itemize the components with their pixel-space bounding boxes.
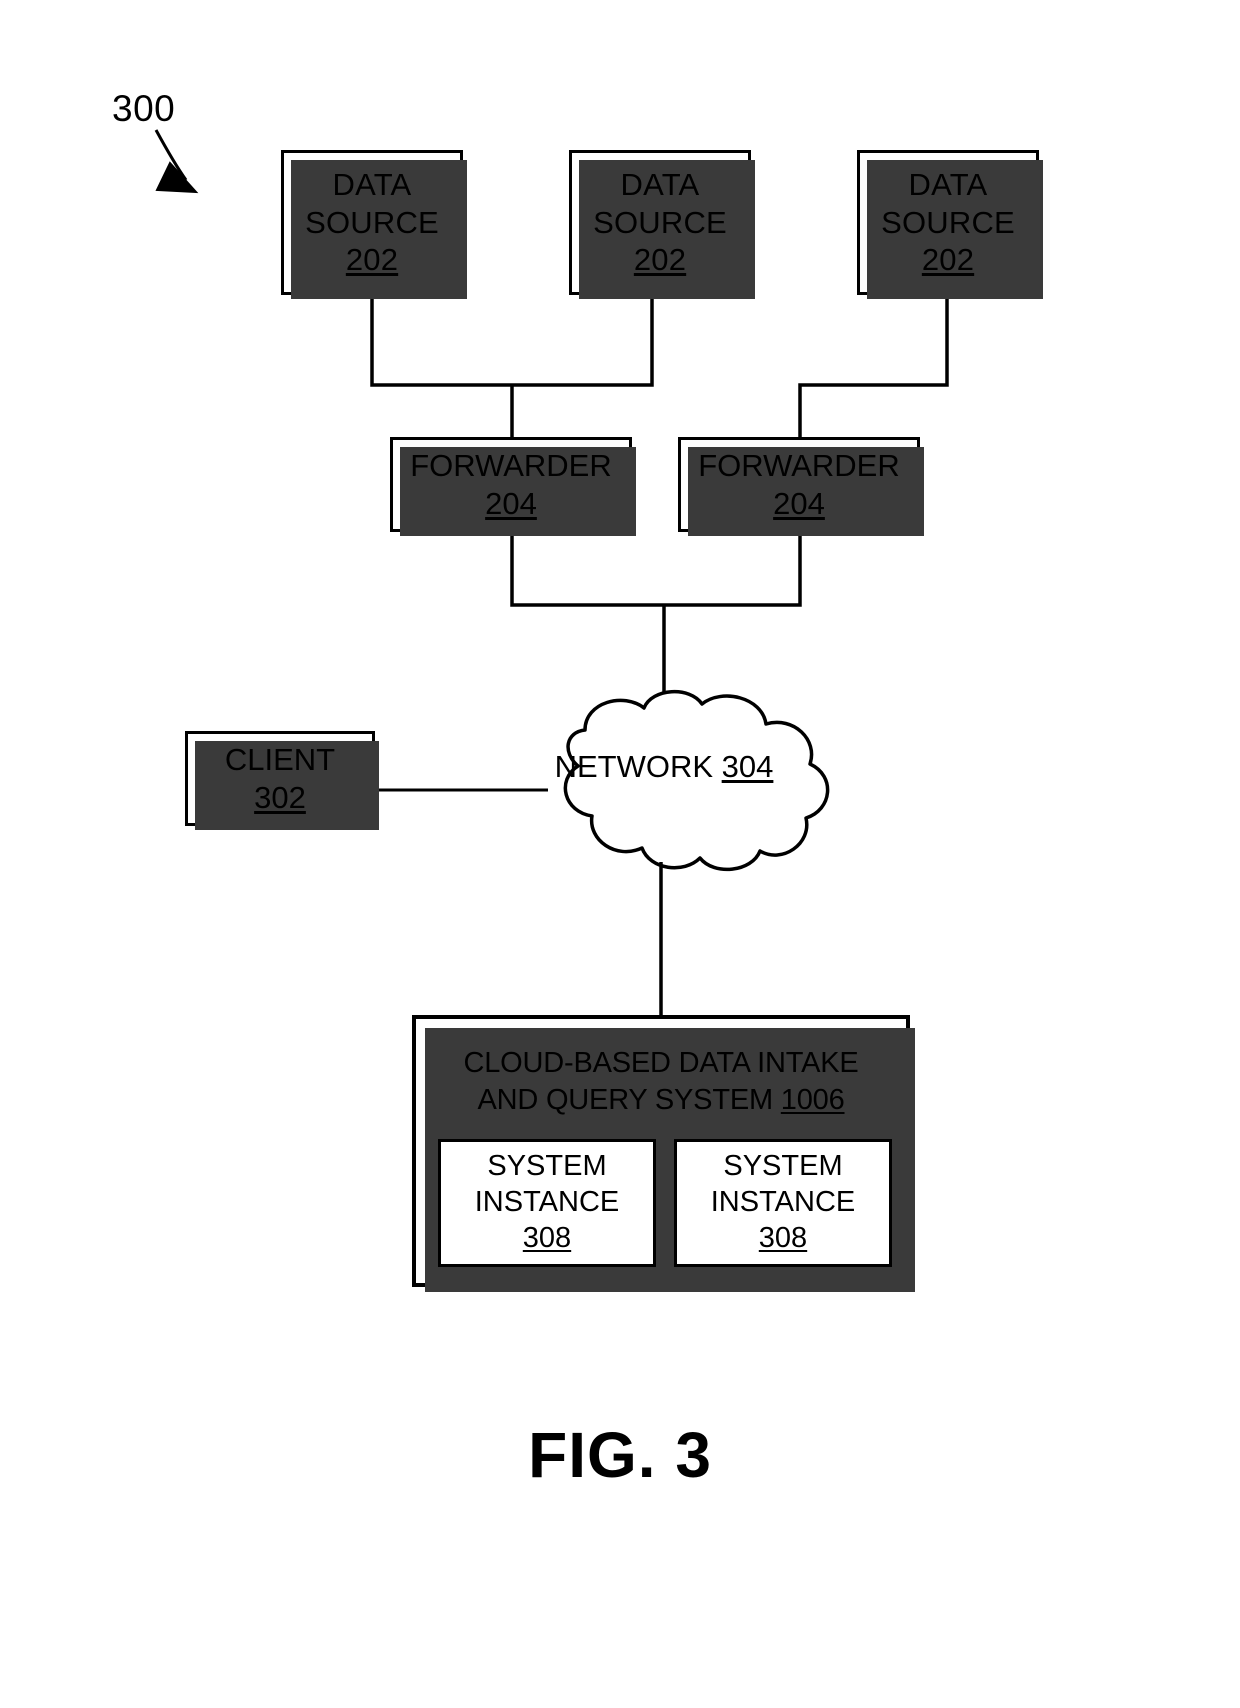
system-instance-label-line2: INSTANCE (710, 1186, 856, 1219)
lead-line-300 (154, 129, 199, 194)
system-instance-label-line1: SYSTEM (723, 1150, 843, 1183)
system-instance-label-line2: INSTANCE (474, 1186, 620, 1219)
data-source-ref-1: 202 (345, 242, 399, 278)
data-source-label-line2: SOURCE (305, 204, 439, 240)
forwarder-ref-2: 204 (773, 485, 825, 521)
client-box: CLIENT 302 (185, 731, 379, 830)
data-source-label-line1: DATA (620, 166, 700, 202)
data-source-label-line2: SOURCE (593, 204, 727, 240)
figure-caption: FIG. 3 (528, 1419, 712, 1491)
forwarder-ref-1: 204 (485, 485, 537, 521)
cloud-system-ref: 1006 (780, 1084, 845, 1117)
data-source-box-2: DATA SOURCE 202 (569, 150, 755, 299)
forwarder-label-line1: FORWARDER (698, 447, 900, 483)
cloud-based-system-title: CLOUD-BASED DATA INTAKE AND QUERY SYSTEM… (416, 1045, 906, 1119)
network-cloud-label: NETWORK 304 (552, 748, 776, 786)
data-source-box-1: DATA SOURCE 202 (281, 150, 467, 299)
system-instance-ref-1: 308 (522, 1221, 572, 1254)
data-source-label-line1: DATA (908, 166, 988, 202)
system-instance-box-2: SYSTEM INSTANCE 308 (674, 1139, 892, 1267)
data-source-ref-2: 202 (633, 242, 687, 278)
cloud-system-title-line2-text: AND QUERY SYSTEM (477, 1084, 781, 1117)
system-instances-row: SYSTEM INSTANCE 308 SYSTEM INSTANCE 308 (438, 1139, 892, 1267)
patent-figure-300: 300 DATA SOURCE 202 DATA SOURCE 202 DATA… (0, 0, 1240, 1708)
cloud-system-title-line2: AND QUERY SYSTEM 1006 (416, 1082, 906, 1119)
cloud-based-system-box: CLOUD-BASED DATA INTAKE AND QUERY SYSTEM… (412, 1015, 915, 1292)
link-ds3-to-fw2 (798, 295, 949, 437)
network-label-line1: NETWORK (554, 749, 714, 784)
cloud-system-title-line1: CLOUD-BASED DATA INTAKE (463, 1047, 859, 1079)
figure-lead-label: 300 (112, 88, 176, 129)
network-ref: 304 (721, 749, 774, 784)
client-ref: 302 (254, 779, 306, 815)
data-source-box-3: DATA SOURCE 202 (857, 150, 1043, 299)
forwarder-box-1: FORWARDER 204 (390, 437, 636, 536)
forwarder-box-2: FORWARDER 204 (678, 437, 924, 536)
data-source-ref-3: 202 (921, 242, 975, 278)
data-source-label-line2: SOURCE (881, 204, 1015, 240)
system-instance-box-1: SYSTEM INSTANCE 308 (438, 1139, 656, 1267)
client-label-line1: CLIENT (224, 741, 336, 777)
link-ds1-ds2-to-fw1 (370, 295, 654, 437)
system-instance-ref-2: 308 (758, 1221, 808, 1254)
forwarder-label-line1: FORWARDER (410, 447, 612, 483)
system-instance-label-line1: SYSTEM (487, 1150, 607, 1183)
data-source-label-line1: DATA (332, 166, 412, 202)
